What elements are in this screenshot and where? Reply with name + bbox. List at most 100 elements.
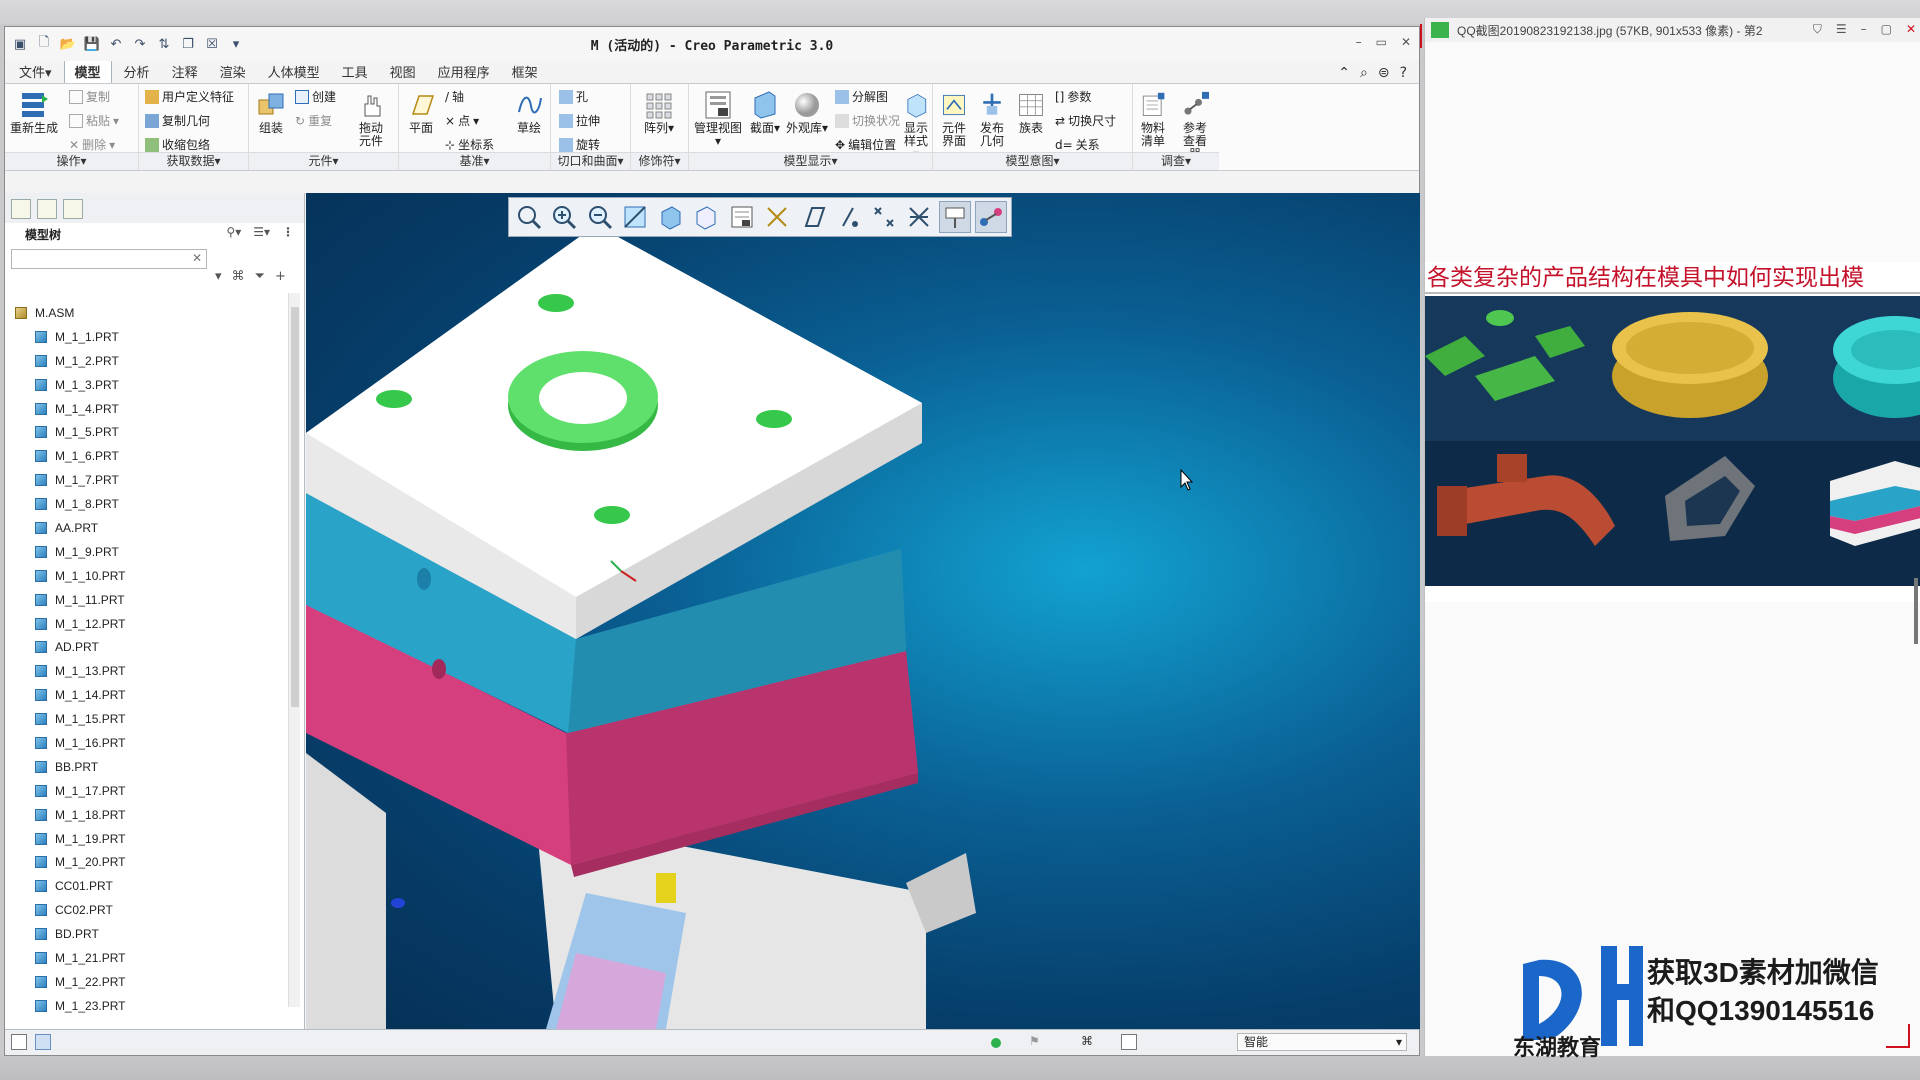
tab-analysis[interactable]: 分析 (114, 60, 160, 83)
tree-item[interactable]: CC02.PRT (15, 898, 285, 922)
tree-root-item[interactable]: M.ASM (15, 301, 285, 325)
tab-annotate[interactable]: 注释 (162, 60, 208, 83)
assemble-button[interactable]: 组装 (251, 90, 291, 135)
pattern-button[interactable]: 阵列▾ (639, 90, 679, 135)
delete-button[interactable]: ✕ 删除 ▾ (69, 136, 115, 153)
extrude-button[interactable]: 拉伸 (559, 112, 600, 129)
repeat-button[interactable]: ↻ 重复 (295, 112, 332, 129)
collapse-ribbon-icon[interactable]: ⌃ (1338, 65, 1350, 81)
tree-item[interactable]: M_1_9.PRT (15, 540, 285, 564)
group-model-display-label[interactable]: 模型显示▾ (689, 152, 932, 170)
display-style-button[interactable]: 显示样式▾ (901, 90, 931, 161)
viewer-scroll-indicator[interactable] (1914, 578, 1918, 644)
close-window-icon[interactable]: ☒ (203, 35, 221, 53)
menu-icon[interactable]: ☰ (1836, 22, 1847, 37)
tree-item[interactable]: M_1_18.PRT (15, 803, 285, 827)
favorites-tab-icon[interactable] (63, 199, 83, 219)
tab-manikin[interactable]: 人体模型 (258, 60, 330, 83)
viewer-maximize-icon[interactable]: ▢ (1881, 22, 1892, 37)
spin-center-icon[interactable] (939, 201, 972, 233)
family-table-button[interactable]: 族表 (1013, 90, 1049, 135)
group-get-data-label[interactable]: 获取数据▾ (139, 152, 248, 170)
exploded-view-button[interactable]: 分解图 (835, 88, 888, 105)
tree-item[interactable]: M_1_16.PRT (15, 731, 285, 755)
group-operations-label[interactable]: 操作▾ (5, 152, 138, 170)
maximize-icon[interactable]: ▭ (1376, 35, 1387, 49)
tree-item[interactable]: M_1_11.PRT (15, 588, 285, 612)
tree-item[interactable]: M_1_1.PRT (15, 325, 285, 349)
point-button[interactable]: × 点 ▾ (445, 112, 479, 129)
tree-item[interactable]: M_1_7.PRT (15, 468, 285, 492)
selection-list-icon[interactable] (1121, 1034, 1137, 1050)
drag-components-button[interactable]: 拖动元件 (349, 90, 393, 148)
tree-item[interactable]: M_1_3.PRT (15, 373, 285, 397)
paste-button[interactable]: 粘贴 ▾ (69, 112, 119, 129)
tree-item[interactable]: M_1_17.PRT (15, 779, 285, 803)
tab-model[interactable]: 模型 (63, 59, 112, 83)
copy-geometry-button[interactable]: 复制几何 (145, 112, 210, 129)
search-dropdown-icon[interactable]: ▾ (215, 269, 222, 284)
tree-item[interactable]: M_1_13.PRT (15, 659, 285, 683)
mold-assembly-model[interactable] (306, 193, 1420, 1029)
tree-item[interactable]: M_1_20.PRT (15, 850, 285, 874)
tree-item[interactable]: AD.PRT (15, 635, 285, 659)
tree-scrollbar[interactable] (288, 293, 300, 1007)
group-modifiers-label[interactable]: 修饰符▾ (631, 152, 688, 170)
publish-geometry-button[interactable]: 发布几何 (975, 90, 1009, 148)
udf-button[interactable]: 用户定义特征 (145, 88, 234, 105)
viewer-close-icon[interactable]: ✕ (1906, 22, 1916, 37)
selection-filter-select[interactable]: 智能 ▾ (1237, 1033, 1407, 1051)
plane-button[interactable]: 平面 (403, 90, 439, 135)
refit-icon[interactable] (513, 201, 545, 233)
tree-scrollbar-thumb[interactable] (291, 307, 299, 707)
saved-orientations-icon[interactable] (691, 201, 723, 233)
find-binoculars-icon[interactable]: ⌘ (232, 269, 245, 284)
point-display-icon[interactable] (833, 201, 865, 233)
csys-display-icon[interactable] (868, 201, 900, 233)
model-tree-tab-icon[interactable] (11, 199, 31, 219)
group-datum-label[interactable]: 基准▾ (399, 152, 550, 170)
tree-item[interactable]: M_1_21.PRT (15, 946, 285, 970)
viewer-minimize-icon[interactable]: – (1861, 22, 1867, 37)
edit-position-button[interactable]: ✥ 编辑位置 (835, 136, 896, 153)
hole-button[interactable]: 孔 (559, 88, 588, 105)
minimize-icon[interactable]: – (1356, 35, 1362, 49)
annotation-display-icon[interactable] (904, 201, 936, 233)
show-navigator-icon[interactable] (11, 1034, 27, 1050)
relations-button[interactable]: d= 关系 (1055, 136, 1100, 153)
view-manager-icon[interactable] (726, 201, 758, 233)
tab-framework[interactable]: 框架 (502, 60, 548, 83)
app-menu-icon[interactable]: ▣ (11, 35, 29, 53)
zoom-out-icon[interactable] (584, 201, 616, 233)
community-icon[interactable]: ⊜ (1378, 65, 1390, 81)
filter-icon[interactable]: ⏷ (255, 269, 265, 284)
toggle-status-button[interactable]: 切换状况 (835, 112, 900, 129)
appearance-display-icon[interactable] (975, 201, 1008, 233)
zoom-in-icon[interactable] (549, 201, 581, 233)
tree-settings-icon[interactable]: ⚲▾ (226, 225, 241, 239)
appearance-button[interactable]: 外观库▾ (785, 90, 829, 135)
create-button[interactable]: 创建 (295, 88, 336, 105)
shading-icon[interactable] (655, 201, 687, 233)
tree-item[interactable]: M_1_15.PRT (15, 707, 285, 731)
tree-item[interactable]: M_1_6.PRT (15, 444, 285, 468)
component-interface-button[interactable]: 元件界面 (937, 90, 971, 148)
save-icon[interactable]: 💾 (83, 35, 101, 53)
search-icon[interactable]: ⌕ (1360, 65, 1368, 81)
add-icon[interactable]: + (275, 269, 286, 284)
tab-view[interactable]: 视图 (380, 60, 426, 83)
group-cut-surface-label[interactable]: 切口和曲面▾ (551, 152, 630, 170)
parameters-button[interactable]: [] 参数 (1055, 88, 1091, 105)
sketch-button[interactable]: 草绘 (511, 90, 547, 135)
tree-item[interactable]: BD.PRT (15, 922, 285, 946)
customize-qat-icon[interactable]: ▾ (227, 35, 245, 53)
axis-display-icon[interactable] (797, 201, 829, 233)
regenerate-button[interactable]: 重新生成 (9, 90, 59, 135)
tree-item[interactable]: CC01.PRT (15, 874, 285, 898)
show-browser-icon[interactable] (35, 1034, 51, 1050)
tab-tools[interactable]: 工具 (332, 60, 378, 83)
tab-applications[interactable]: 应用程序 (428, 60, 500, 83)
tree-item[interactable]: M_1_10.PRT (15, 564, 285, 588)
tab-file[interactable]: 文件▾ (9, 60, 62, 83)
tree-item[interactable]: AA.PRT (15, 516, 285, 540)
